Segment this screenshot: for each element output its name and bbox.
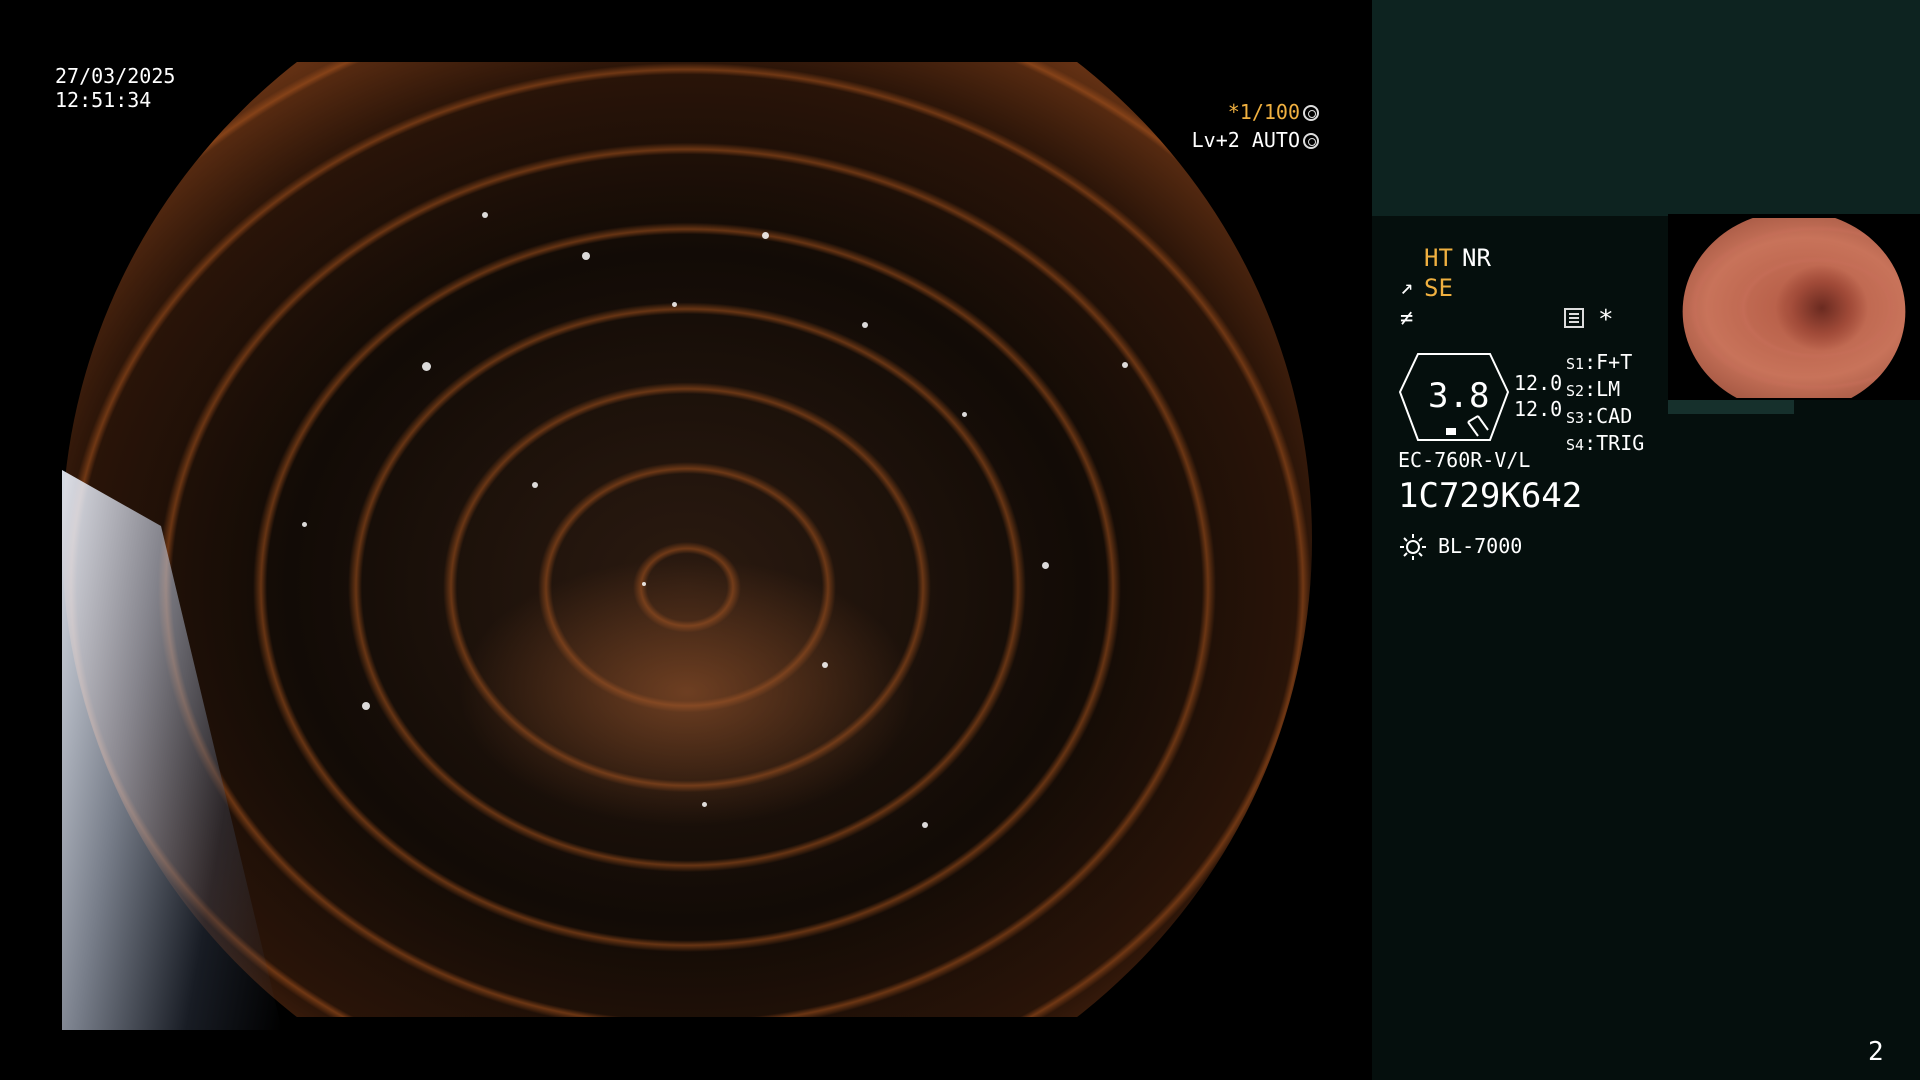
mode-text: AUTO xyxy=(1251,128,1300,152)
thumbnail-strip-segment xyxy=(1668,400,1794,414)
info-panel: HT NR ↗ SE ≠ * 3.8 12.0 12.0 S1:F+T S2:L… xyxy=(1372,0,1920,1080)
iris-icon xyxy=(1303,133,1319,149)
slot-label: S4 xyxy=(1566,436,1585,454)
thumbnail-image xyxy=(1682,218,1906,398)
asterisk-indicator: * xyxy=(1598,305,1614,335)
settings-list-icon xyxy=(1564,308,1584,328)
switch-assignments: S1:F+T S2:LM S3:CAD S4:TRIG xyxy=(1566,350,1645,455)
level-text: Lv+2 xyxy=(1191,128,1240,152)
scope-serial: 1C729K642 xyxy=(1398,476,1583,516)
ht-indicator: HT xyxy=(1424,244,1453,272)
date-time: 27/03/2025 12:51:34 xyxy=(55,64,175,112)
exposure-prefix: * xyxy=(1227,100,1240,124)
shutter-speed: 1/100 xyxy=(1239,100,1300,124)
value-column: 12.0 12.0 xyxy=(1514,370,1562,422)
structure-enhance-icon: ↗ xyxy=(1400,275,1414,300)
shutter-readout: *1/100 xyxy=(1195,100,1319,124)
captured-thumbnail[interactable] xyxy=(1668,214,1920,400)
endoscope-main-view: 27/03/2025 12:51:34 *1/100 Lv+2 AUTO xyxy=(0,0,1372,1080)
value-1: 12.0 xyxy=(1514,371,1563,395)
slot-value: CAD xyxy=(1596,404,1633,428)
slot-label: S2 xyxy=(1566,382,1585,400)
slot-label: S1 xyxy=(1566,355,1585,373)
light-source-model: BL-7000 xyxy=(1438,534,1523,558)
nr-indicator: NR xyxy=(1462,244,1491,272)
slot-value: LM xyxy=(1596,377,1621,401)
brightness-level: Lv+2 AUTO xyxy=(1190,128,1319,152)
zoom-value: 3.8 xyxy=(1428,376,1490,416)
date-text: 27/03/2025 xyxy=(55,64,176,88)
se-indicator: SE xyxy=(1424,274,1453,302)
slot-value: TRIG xyxy=(1596,431,1645,455)
panel-header-band xyxy=(1372,0,1920,216)
time-text: 12:51:34 xyxy=(55,88,152,112)
slot-value: F+T xyxy=(1596,350,1633,374)
aperture-icon xyxy=(1303,105,1319,121)
scope-model: EC-760R-V/L xyxy=(1398,448,1531,472)
light-source-icon xyxy=(1400,534,1426,560)
endoscopic-image xyxy=(62,62,1312,1017)
thumbnail-strip xyxy=(1668,400,1920,414)
filter-icon: ≠ xyxy=(1400,306,1414,331)
slot-label: S3 xyxy=(1566,409,1585,427)
page-number: 2 xyxy=(1868,1037,1884,1067)
value-2: 12.0 xyxy=(1514,397,1563,421)
zoom-octagon: 3.8 xyxy=(1398,352,1510,442)
